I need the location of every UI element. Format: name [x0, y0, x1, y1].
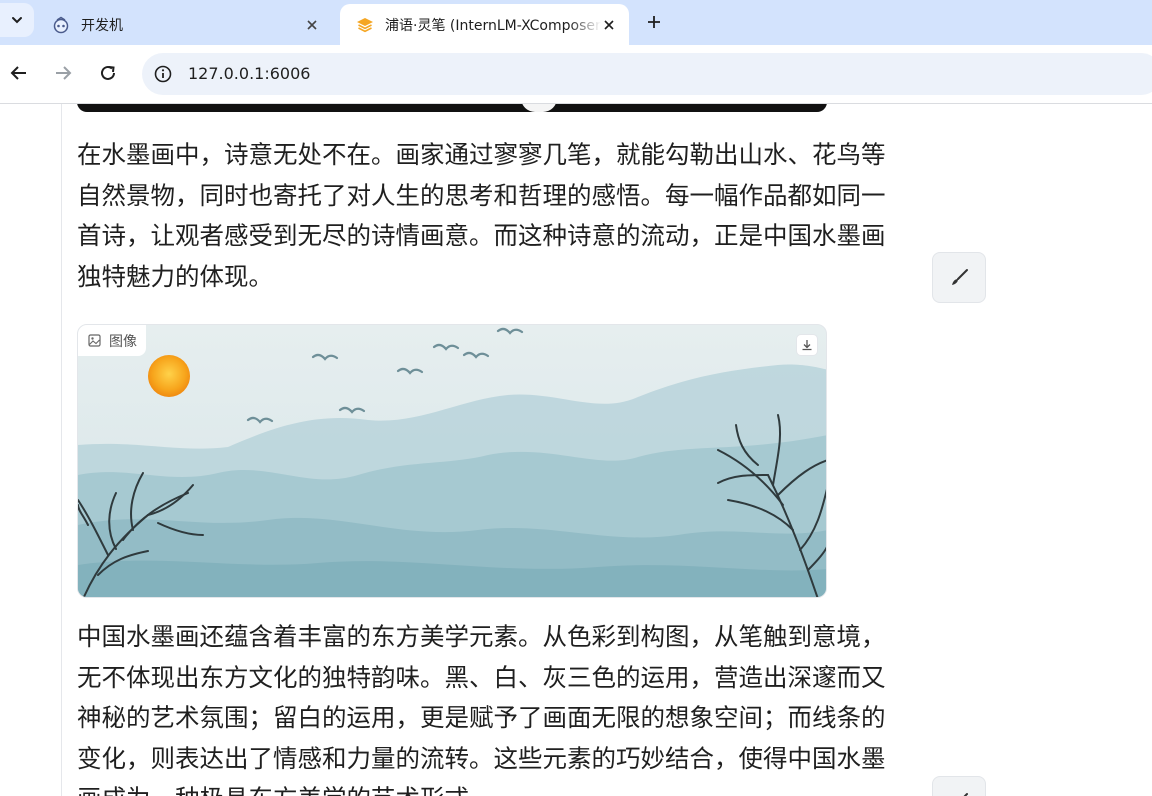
chevron-down-icon: [12, 17, 22, 24]
download-button[interactable]: [796, 334, 818, 356]
tab-title: 浦语·灵笔 (InternLM-XComposer2): [385, 17, 601, 34]
back-button[interactable]: [4, 58, 34, 88]
message-paragraph: 中国水墨画还蕴含着丰富的东方美学元素。从色彩到构图，从笔触到意境，无不体现出东方…: [77, 622, 886, 796]
tab-search-button[interactable]: [0, 3, 34, 37]
tab-devmachine[interactable]: 开发机: [36, 4, 332, 45]
reload-button[interactable]: [93, 58, 123, 88]
chat-divider: [61, 104, 62, 796]
brush-icon: [952, 268, 968, 285]
arrow-left-icon: [10, 66, 26, 80]
forward-button[interactable]: [48, 58, 78, 88]
reload-icon: [101, 65, 115, 80]
arrow-right-icon: [56, 66, 72, 80]
close-icon[interactable]: [601, 17, 617, 33]
stack-favicon-icon: [356, 16, 374, 34]
message-paragraph: 在水墨画中，诗意无处不在。画家通过寥寥几笔，就能勾勒出山水、花鸟等自然景物，同时…: [77, 140, 886, 291]
new-tab-button[interactable]: [640, 8, 668, 36]
close-icon[interactable]: [304, 17, 320, 33]
brush-icon: [963, 792, 968, 796]
previous-image-bottom: [77, 104, 827, 112]
tab-title: 开发机: [81, 17, 123, 34]
image-icon: [88, 334, 101, 347]
edit-brush-button[interactable]: [932, 252, 986, 303]
tab-internlm[interactable]: 浦语·灵笔 (InternLM-XComposer2): [340, 4, 629, 45]
tab-strip: 开发机 浦语·灵笔 (InternLM-XComposer2): [0, 0, 1152, 45]
plus-icon: [648, 16, 660, 28]
robot-favicon-icon: [52, 16, 70, 34]
info-icon[interactable]: [152, 63, 174, 85]
page-content: 在水墨画中，诗意无处不在。画家通过寥寥几笔，就能勾勒出山水、花鸟等自然景物，同时…: [0, 104, 1152, 796]
image-label: 图像: [78, 325, 146, 356]
edit-brush-button[interactable]: [932, 776, 986, 796]
download-icon: [802, 340, 812, 351]
address-bar[interactable]: 127.0.0.1:6006: [142, 53, 1152, 95]
ink-landscape-image: [78, 325, 826, 597]
generated-image-card: 图像: [77, 324, 827, 598]
image-label-text: 图像: [109, 333, 137, 350]
browser-toolbar: 127.0.0.1:6006: [0, 45, 1152, 104]
url-text[interactable]: 127.0.0.1:6006: [188, 64, 310, 83]
